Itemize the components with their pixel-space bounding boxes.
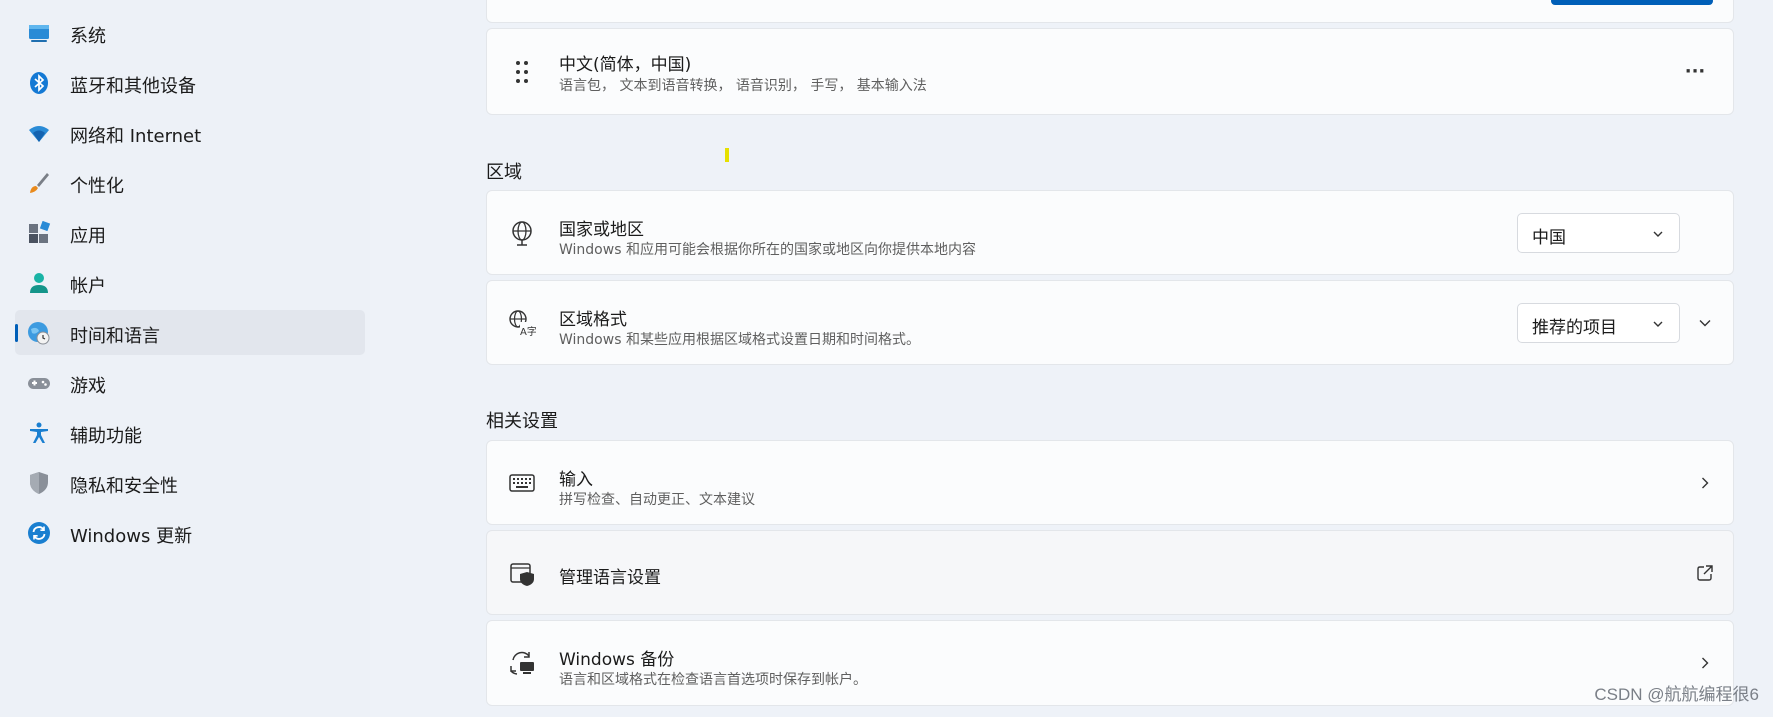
manage-language-title: 管理语言设置 <box>559 568 661 588</box>
typing-subtitle: 拼写检查、自动更正、文本建议 <box>559 492 755 508</box>
gamepad-icon <box>27 371 51 395</box>
sidebar-item-bluetooth[interactable]: 蓝牙和其他设备 <box>15 60 365 105</box>
chevron-down-icon <box>1651 316 1665 335</box>
sidebar-item-personalization[interactable]: 个性化 <box>15 160 365 205</box>
sidebar-item-label: 隐私和安全性 <box>70 476 178 497</box>
sidebar-item-label: 蓝牙和其他设备 <box>70 76 196 97</box>
text-cursor-mark <box>725 148 729 162</box>
chevron-down-icon <box>1651 226 1665 245</box>
brush-icon <box>27 171 51 195</box>
keyboard-icon <box>507 468 537 498</box>
sidebar-item-label: 个性化 <box>70 176 124 197</box>
backup-subtitle: 语言和区域格式在检查语言首选项时保存到帐户。 <box>559 672 867 688</box>
sidebar-item-apps[interactable]: 应用 <box>15 210 365 255</box>
format-title: 区域格式 <box>559 310 627 330</box>
language-title: 中文(简体，中国) <box>559 55 692 75</box>
sidebar-item-network[interactable]: 网络和 Internet <box>15 110 365 155</box>
monitor-icon <box>27 21 51 45</box>
sidebar-item-label: 系统 <box>70 26 106 47</box>
sidebar-item-accessibility[interactable]: 辅助功能 <box>15 410 365 455</box>
country-dropdown[interactable]: 中国 <box>1517 213 1680 253</box>
sidebar-item-windows-update[interactable]: Windows 更新 <box>15 510 365 555</box>
country-subtitle: Windows 和应用可能会根据你所在的国家或地区向你提供本地内容 <box>559 242 976 258</box>
main-content: 中文(简体，中国) 语言包， 文本到语音转换， 语音识别， 手写， 基本输入法 … <box>486 0 1734 717</box>
account-icon <box>27 271 51 295</box>
format-subtitle: Windows 和某些应用根据区域格式设置日期和时间格式。 <box>559 332 920 348</box>
country-title: 国家或地区 <box>559 220 644 240</box>
admin-settings-icon <box>507 558 537 588</box>
svg-text:A字: A字 <box>520 325 536 337</box>
sidebar-item-system[interactable]: 系统 <box>15 10 365 55</box>
language-format-icon: A字 <box>507 308 537 338</box>
language-item-card[interactable]: 中文(简体，中国) 语言包， 文本到语音转换， 语音识别， 手写， 基本输入法 … <box>486 28 1734 115</box>
backup-title: Windows 备份 <box>559 650 675 670</box>
country-dropdown-value: 中国 <box>1532 228 1566 248</box>
expand-chevron-icon[interactable] <box>1695 313 1715 333</box>
backup-sync-icon <box>507 648 537 678</box>
sidebar-item-label: 帐户 <box>70 276 106 297</box>
more-options-button[interactable]: ··· <box>1685 61 1706 82</box>
apps-icon <box>27 221 51 245</box>
bluetooth-icon <box>27 71 51 95</box>
sidebar-item-label: 网络和 Internet <box>70 126 202 147</box>
language-options-card-partial <box>486 0 1734 23</box>
language-subtitle: 语言包， 文本到语音转换， 语音识别， 手写， 基本输入法 <box>559 78 927 94</box>
watermark: CSDN @航航编程很6 <box>1594 685 1759 704</box>
related-settings-heading: 相关设置 <box>486 411 558 432</box>
external-link-icon <box>1695 563 1715 583</box>
shield-icon <box>27 471 51 495</box>
sidebar-item-label: 应用 <box>70 226 106 247</box>
time-language-icon <box>27 321 51 345</box>
sidebar: 系统 蓝牙和其他设备 网络和 Internet 个性化 应用 帐户 时间和语言 … <box>0 0 370 717</box>
globe-icon <box>507 218 537 248</box>
sidebar-item-label: 辅助功能 <box>70 426 142 447</box>
sidebar-item-time-language[interactable]: 时间和语言 <box>15 310 365 355</box>
add-language-button-partial[interactable] <box>1551 0 1713 5</box>
sidebar-item-label: 时间和语言 <box>70 326 160 347</box>
sidebar-item-privacy[interactable]: 隐私和安全性 <box>15 460 365 505</box>
accessibility-icon <box>27 421 51 445</box>
sidebar-item-label: 游戏 <box>70 376 106 397</box>
regional-format-card[interactable]: A字 区域格式 Windows 和某些应用根据区域格式设置日期和时间格式。 推荐… <box>486 280 1734 365</box>
format-dropdown[interactable]: 推荐的项目 <box>1517 303 1680 343</box>
typing-title: 输入 <box>559 470 593 490</box>
chevron-right-icon <box>1695 653 1715 673</box>
format-dropdown-value: 推荐的项目 <box>1532 318 1617 338</box>
country-region-card: 国家或地区 Windows 和应用可能会根据你所在的国家或地区向你提供本地内容 … <box>486 190 1734 275</box>
chevron-right-icon <box>1695 473 1715 493</box>
sidebar-item-accounts[interactable]: 帐户 <box>15 260 365 305</box>
windows-backup-card[interactable]: Windows 备份 语言和区域格式在检查语言首选项时保存到帐户。 <box>486 620 1734 706</box>
region-heading: 区域 <box>486 162 522 183</box>
active-indicator <box>15 324 18 342</box>
sidebar-item-label: Windows 更新 <box>70 526 193 547</box>
manage-language-settings-card[interactable]: 管理语言设置 <box>486 530 1734 615</box>
wifi-icon <box>27 121 51 145</box>
update-icon <box>27 521 51 545</box>
drag-handle-icon[interactable] <box>507 57 537 87</box>
typing-card[interactable]: 输入 拼写检查、自动更正、文本建议 <box>486 440 1734 525</box>
sidebar-item-gaming[interactable]: 游戏 <box>15 360 365 405</box>
